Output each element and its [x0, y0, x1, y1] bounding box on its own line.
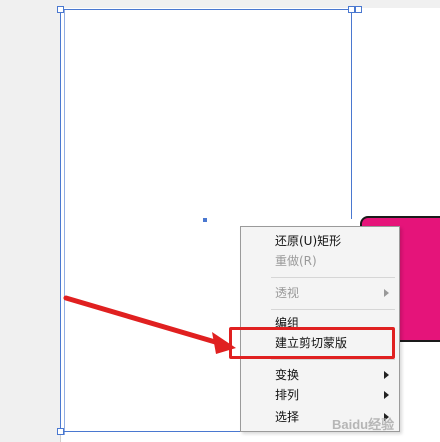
- submenu-arrow-icon: [384, 391, 389, 399]
- menu-item-perspective[interactable]: 透视: [241, 283, 399, 303]
- menu-separator: [271, 309, 395, 310]
- menu-item-redo[interactable]: 重做(R): [241, 251, 399, 271]
- menu-separator: [271, 277, 395, 278]
- menu-item-transform[interactable]: 变换: [241, 365, 399, 385]
- annotation-highlight-box: [229, 327, 395, 359]
- submenu-arrow-icon: [384, 289, 389, 297]
- pasteboard: 还原(U)矩形 重做(R) 透视 编组 建立剪切蒙版 变换 排列 选择 Baid…: [0, 0, 440, 442]
- baidu-watermark: Baidu经验: [332, 417, 395, 432]
- menu-separator: [271, 359, 395, 360]
- menu-item-arrange[interactable]: 排列: [241, 385, 399, 405]
- menu-item-undo-rectangle[interactable]: 还原(U)矩形: [241, 231, 399, 251]
- submenu-arrow-icon: [384, 371, 389, 379]
